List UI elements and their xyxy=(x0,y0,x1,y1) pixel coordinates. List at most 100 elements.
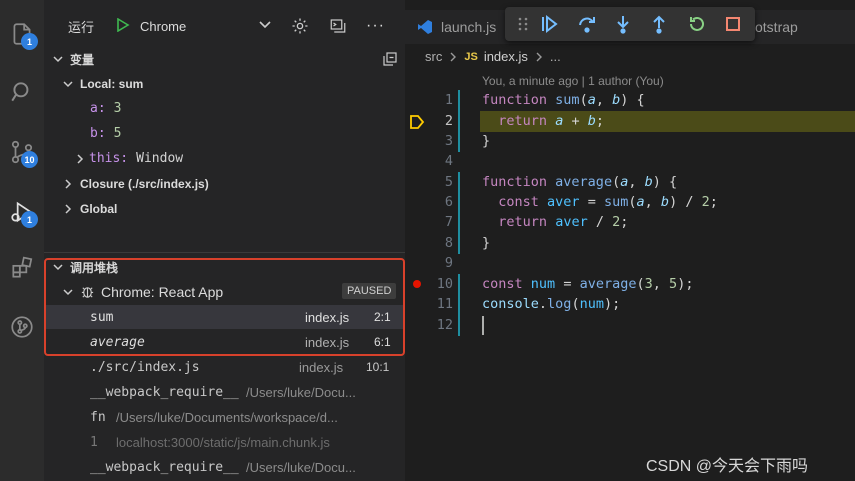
line-number: 7 xyxy=(444,214,453,230)
variable-a[interactable]: a: 3 xyxy=(44,96,405,121)
continue-icon[interactable] xyxy=(539,14,559,34)
more-actions-icon[interactable]: ··· xyxy=(366,17,385,35)
git-graph-button[interactable] xyxy=(0,305,44,349)
code-line[interactable]: 9 xyxy=(405,253,855,273)
code-line[interactable]: 2 return a + b; xyxy=(405,111,855,131)
step-out-icon[interactable] xyxy=(649,14,669,34)
code-line[interactable]: 1 function sum(a, b) { xyxy=(405,90,855,110)
scope-closure[interactable]: Closure (./src/index.js) xyxy=(44,171,405,196)
breadcrumb-more[interactable]: ... xyxy=(550,49,561,64)
breadcrumb-file[interactable]: index.js xyxy=(484,49,528,64)
start-debug-icon[interactable] xyxy=(116,18,130,32)
variable-name: this: xyxy=(89,151,129,166)
stack-frame[interactable]: ./src/index.js index.js 10:1 xyxy=(44,355,394,380)
code-line[interactable]: 12 xyxy=(405,315,855,335)
frame-function: fn xyxy=(90,410,106,425)
debug-badge: 1 xyxy=(21,211,38,228)
frame-path: /Users/luke/Docu... xyxy=(246,460,356,475)
explorer-button[interactable]: 1 xyxy=(0,12,44,56)
step-into-icon[interactable] xyxy=(613,14,633,34)
scope-local[interactable]: Local: sum xyxy=(44,71,405,96)
text-cursor xyxy=(482,316,484,335)
step-over-icon[interactable] xyxy=(577,14,597,34)
frame-path: /Users/luke/Documents/workspace/d... xyxy=(116,410,338,425)
chevron-down-icon xyxy=(63,80,73,87)
chevron-right-icon xyxy=(536,52,542,61)
tab-launch[interactable]: launch.js xyxy=(417,10,496,44)
code-line[interactable]: 10 const num = average(3, 5); xyxy=(405,274,855,294)
variable-value: 3 xyxy=(113,101,122,116)
scm-badge: 10 xyxy=(21,151,38,168)
variable-name: b: xyxy=(90,126,106,141)
call-stack-highlight-box xyxy=(44,258,405,356)
line-number: 5 xyxy=(444,174,453,190)
code-line[interactable]: 8 } xyxy=(405,233,855,253)
chevron-right-icon xyxy=(450,52,457,61)
code-line[interactable]: 7 return aver / 2; xyxy=(405,212,855,232)
breadcrumb: src JS index.js ... xyxy=(425,49,561,64)
frame-file: index.js xyxy=(299,360,344,375)
line-number: 8 xyxy=(444,235,453,251)
variable-this[interactable]: this: Window xyxy=(44,146,405,171)
extensions-button[interactable] xyxy=(0,246,44,290)
line-number: 12 xyxy=(436,317,453,333)
breadcrumb-folder[interactable]: src xyxy=(425,49,442,64)
drag-handle-icon[interactable] xyxy=(513,14,533,34)
launch-config-select[interactable]: Chrome xyxy=(140,19,186,34)
run-label: 运行 xyxy=(68,19,95,35)
search-icon xyxy=(11,82,29,102)
line-number: 1 xyxy=(444,92,453,108)
variable-name: a: xyxy=(90,101,106,116)
gear-icon[interactable] xyxy=(291,17,309,35)
run-debug-button[interactable]: 1 xyxy=(0,190,44,234)
code-line[interactable]: 11 console.log(num); xyxy=(405,294,855,314)
stack-frame[interactable]: fn /Users/luke/Documents/workspace/d... xyxy=(44,405,394,430)
line-number: 4 xyxy=(444,153,453,169)
vscode-file-icon xyxy=(418,20,432,34)
frame-path: localhost:3000/static/js/main.chunk.js xyxy=(116,435,330,450)
watermark: CSDN @今天会下雨吗 xyxy=(646,458,809,475)
frame-function: 1 xyxy=(90,435,98,450)
chevron-down-icon[interactable] xyxy=(258,20,272,30)
source-control-button[interactable]: 10 xyxy=(0,130,44,174)
section-divider xyxy=(44,252,405,253)
search-button[interactable] xyxy=(0,70,44,114)
code-line[interactable]: 5 function average(a, b) { xyxy=(405,172,855,192)
git-blame-lens[interactable]: You, a minute ago | 1 author (You) xyxy=(482,74,664,88)
js-file-icon: JS xyxy=(464,50,478,63)
line-number: 3 xyxy=(444,133,453,149)
chevron-right-icon xyxy=(77,153,84,164)
stop-icon[interactable] xyxy=(723,14,743,34)
chevron-right-icon xyxy=(65,178,72,189)
debug-toolbar xyxy=(505,7,755,41)
restart-icon[interactable] xyxy=(687,14,707,34)
code-line[interactable]: 3 } xyxy=(405,131,855,151)
tab-launch-label: launch.js xyxy=(441,19,497,35)
editor-pane: launch.js otstrap src JS index.js ... Yo… xyxy=(405,0,855,481)
line-number: 2 xyxy=(444,113,453,129)
collapse-all-icon[interactable] xyxy=(382,51,398,67)
line-number: 9 xyxy=(444,255,453,271)
line-number: 6 xyxy=(444,194,453,210)
code-line[interactable]: 4 xyxy=(405,151,855,171)
line-number: 11 xyxy=(436,296,453,312)
code-line[interactable]: 6 const aver = sum(a, b) / 2; xyxy=(405,192,855,212)
chevron-down-icon xyxy=(53,56,63,63)
frame-function: __webpack_require__ xyxy=(90,385,239,400)
stack-frame[interactable]: __webpack_require__ /Users/luke/Docu... xyxy=(44,455,394,480)
scope-global[interactable]: Global xyxy=(44,196,405,221)
explorer-badge: 1 xyxy=(21,33,38,50)
variable-b[interactable]: b: 5 xyxy=(44,121,405,146)
stack-frame[interactable]: 1 localhost:3000/static/js/main.chunk.js xyxy=(44,430,394,455)
line-number: 10 xyxy=(436,276,453,292)
debug-console-icon[interactable] xyxy=(329,17,347,35)
tab-bootstrap[interactable]: otstrap xyxy=(755,10,798,44)
chevron-right-icon xyxy=(65,203,72,214)
scope-global-label: Global xyxy=(80,201,118,216)
frame-function: ./src/index.js xyxy=(90,360,200,375)
scope-local-label: Local: sum xyxy=(80,76,144,91)
variables-section-header[interactable]: 变量 xyxy=(44,48,405,70)
frame-position: 10:1 xyxy=(366,360,390,374)
stack-frame[interactable]: __webpack_require__ /Users/luke/Docu... xyxy=(44,380,394,405)
extensions-icon xyxy=(12,256,33,278)
